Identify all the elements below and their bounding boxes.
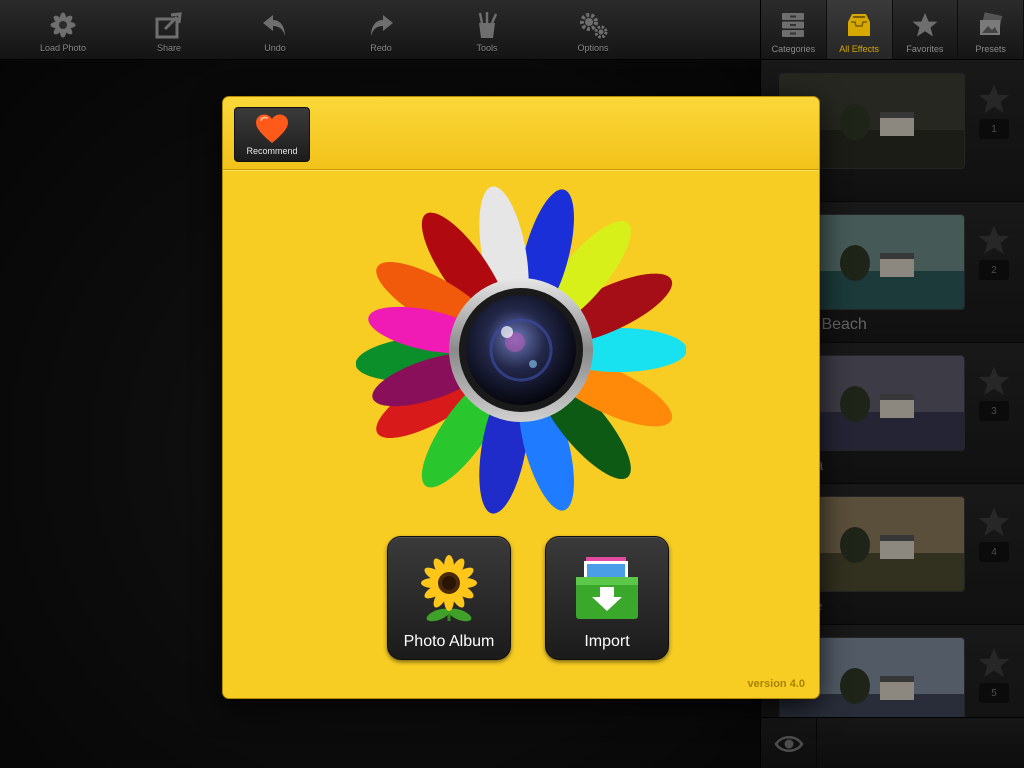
redo-button[interactable]: Redo — [328, 0, 434, 60]
undo-button[interactable]: Undo — [222, 0, 328, 60]
top-toolbar: Load Photo Share Undo Redo Tools Options — [0, 0, 760, 60]
gears-icon — [580, 13, 608, 39]
share-icon — [155, 12, 182, 39]
tab-favorites-label: Favorites — [906, 44, 944, 54]
tab-categories-label: Categories — [771, 44, 816, 54]
share-button[interactable]: Share — [116, 0, 222, 60]
tab-presets-label: Presets — [975, 44, 1006, 54]
options-button[interactable]: Options — [540, 0, 646, 60]
heart-icon — [256, 114, 288, 143]
app-logo-camera-flower-icon — [356, 186, 686, 514]
star-icon — [912, 13, 938, 37]
recommend-label: Recommend — [246, 146, 298, 156]
redo-icon — [371, 15, 393, 36]
import-label: Import — [584, 633, 630, 650]
version-label: version 4.0 — [747, 678, 805, 690]
panel-tabs: Categories All Effects Favorites Presets — [761, 0, 1024, 60]
tab-favorites[interactable]: Favorites — [893, 0, 959, 59]
tab-all-effects[interactable]: All Effects — [826, 0, 893, 59]
tools-button[interactable]: Tools — [434, 0, 540, 60]
sunflower-icon — [421, 555, 477, 622]
import-button[interactable]: Import — [545, 536, 669, 660]
dialog-header: Recommend — [223, 97, 819, 170]
redo-label: Redo — [370, 43, 392, 53]
photos-icon — [979, 12, 1002, 35]
tools-icon — [478, 12, 498, 38]
import-tray-icon — [576, 557, 638, 619]
share-label: Share — [156, 43, 182, 53]
undo-label: Undo — [264, 43, 286, 53]
tab-all-effects-label: All Effects — [839, 44, 880, 54]
tools-label: Tools — [476, 43, 498, 53]
photo-album-button[interactable]: Photo Album — [387, 536, 511, 660]
inbox-icon — [848, 14, 871, 36]
welcome-dialog: Recommend Photo Album Import version 4.0 — [223, 97, 819, 698]
undo-icon — [263, 15, 285, 36]
load-photo-button[interactable]: Load Photo — [10, 0, 116, 60]
drawers-icon — [782, 13, 805, 37]
recommend-button[interactable]: Recommend — [234, 107, 310, 162]
options-label: Options — [577, 43, 609, 53]
flower-icon — [50, 12, 76, 38]
tab-presets[interactable]: Presets — [958, 0, 1024, 59]
photo-album-label: Photo Album — [403, 633, 495, 650]
load-photo-label: Load Photo — [39, 43, 87, 53]
tab-categories[interactable]: Categories — [761, 0, 827, 59]
